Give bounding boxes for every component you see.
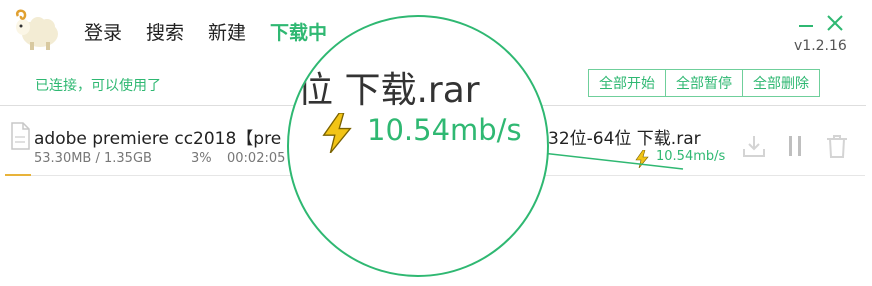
pause-icon[interactable]	[782, 133, 808, 159]
percent-label: 3%	[191, 151, 212, 166]
delete-all-button[interactable]: 全部删除	[743, 69, 820, 97]
nav-downloading[interactable]: 下载中	[270, 18, 327, 45]
sheep-logo-icon	[15, 9, 58, 50]
start-all-button[interactable]: 全部开始	[588, 69, 666, 97]
toolbar: 全部开始 全部暂停 全部删除	[588, 69, 820, 97]
file-name: adobe premiere cc2018【pre	[34, 129, 282, 149]
download-icon[interactable]	[741, 133, 767, 159]
lightning-icon	[322, 113, 352, 153]
top-nav: 登录 搜索 新建 下载中	[84, 18, 351, 45]
magnifier-pointer-line	[541, 152, 684, 170]
elapsed-time: 00:02:05	[227, 151, 286, 166]
file-size: 53.30MB / 1.35GB	[34, 151, 152, 166]
nav-login[interactable]: 登录	[84, 18, 122, 45]
progress-bar	[5, 174, 31, 176]
magnifier-lens: 位 下载.rar 10.54mb/s	[287, 15, 549, 277]
trash-icon[interactable]	[824, 133, 850, 159]
nav-new[interactable]: 新建	[208, 18, 246, 45]
connection-status: 已连接，可以使用了	[35, 78, 161, 94]
file-icon	[11, 122, 30, 150]
file-name-tail: 32位-64位 下载.rar	[548, 129, 701, 149]
minimize-icon[interactable]	[799, 14, 813, 28]
magnified-file-name: 位 下载.rar	[297, 70, 480, 111]
version-label: v1.2.16	[794, 38, 847, 54]
nav-search[interactable]: 搜索	[146, 18, 184, 45]
pause-all-button[interactable]: 全部暂停	[666, 69, 743, 97]
magnified-speed: 10.54mb/s	[367, 113, 522, 147]
close-icon[interactable]	[826, 14, 844, 32]
